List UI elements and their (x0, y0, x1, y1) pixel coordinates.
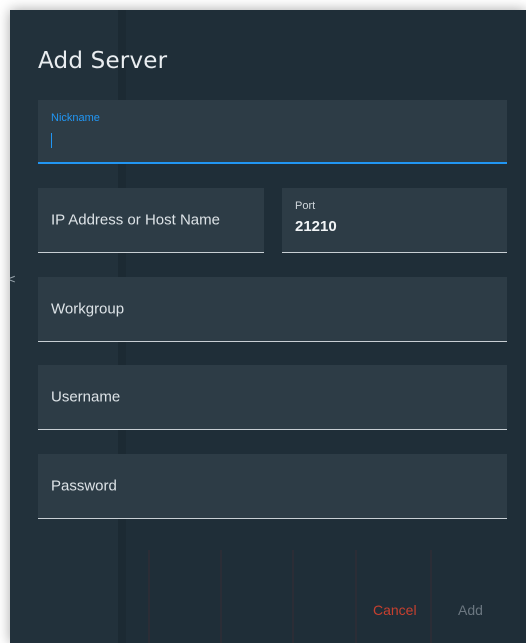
port-value: 21210 (295, 218, 337, 235)
port-label: Port (295, 200, 316, 212)
nickname-label: Nickname (51, 112, 100, 124)
port-field[interactable]: Port 21210 (282, 188, 507, 253)
workgroup-placeholder: Workgroup (51, 300, 125, 318)
host-placeholder: IP Address or Host Name (51, 211, 220, 229)
text-cursor (51, 133, 52, 148)
side-mark: < (10, 272, 17, 286)
add-server-dialog: < Add Server Nickname IP Address or Host… (10, 10, 526, 643)
cancel-button[interactable]: Cancel (373, 602, 417, 618)
password-placeholder: Password (51, 477, 117, 495)
background-line (292, 550, 294, 643)
background-line (430, 550, 432, 643)
background-line (220, 550, 222, 643)
workgroup-field[interactable]: Workgroup (38, 277, 507, 342)
username-field[interactable]: Username (38, 365, 507, 430)
nickname-field[interactable]: Nickname (38, 100, 507, 164)
dialog-title: Add Server (38, 48, 168, 74)
add-button[interactable]: Add (458, 602, 483, 618)
password-field[interactable]: Password (38, 454, 507, 519)
username-placeholder: Username (51, 388, 121, 406)
background-line (355, 550, 357, 643)
background-line (148, 550, 150, 643)
host-field[interactable]: IP Address or Host Name (38, 188, 264, 253)
